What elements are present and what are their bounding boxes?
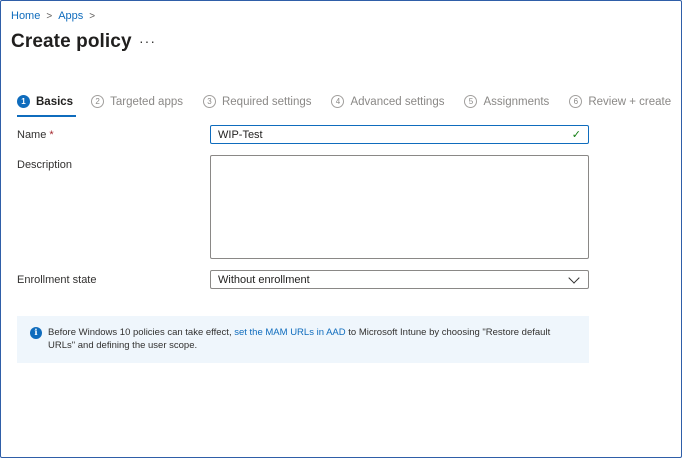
step-basics[interactable]: 1 Basics — [17, 95, 73, 108]
name-label-text: Name — [17, 129, 47, 141]
info-icon: i — [30, 327, 42, 339]
step-label: Targeted apps — [110, 95, 183, 108]
step-label: Review + create — [588, 95, 672, 108]
name-label: Name * — [17, 129, 54, 141]
description-textarea[interactable] — [210, 155, 589, 259]
breadcrumb: Home > Apps > — [11, 10, 95, 22]
step-number-badge: 6 — [569, 95, 583, 108]
step-number-badge: 1 — [17, 95, 30, 108]
name-input-value: WIP-Test — [218, 128, 263, 141]
required-asterisk: * — [49, 129, 54, 141]
step-number-badge: 2 — [91, 95, 105, 108]
step-number-badge: 3 — [202, 95, 216, 108]
chevron-right-icon: > — [89, 10, 96, 22]
step-advanced-settings[interactable]: 4 Advanced settings — [331, 95, 444, 108]
step-number-badge: 5 — [464, 95, 478, 108]
description-label: Description — [17, 159, 73, 171]
chevron-right-icon: > — [46, 10, 53, 22]
mam-urls-link[interactable]: set the MAM URLs in AAD — [234, 327, 345, 338]
active-step-underline — [17, 115, 76, 117]
breadcrumb-home[interactable]: Home — [11, 10, 40, 22]
step-label: Basics — [36, 95, 74, 108]
step-label: Required settings — [221, 95, 312, 108]
step-assignments[interactable]: 5 Assignments — [464, 95, 549, 108]
step-label: Advanced settings — [350, 95, 445, 108]
checkmark-icon: ✓ — [571, 129, 581, 141]
step-number-badge: 4 — [331, 95, 345, 108]
step-required-settings[interactable]: 3 Required settings — [202, 95, 312, 108]
more-options-icon[interactable]: ··· — [139, 33, 156, 49]
enrollment-state-label: Enrollment state — [17, 274, 97, 286]
breadcrumb-apps[interactable]: Apps — [58, 10, 83, 22]
step-review-create[interactable]: 6 Review + create — [569, 95, 671, 108]
step-label: Assignments — [483, 95, 550, 108]
enrollment-state-dropdown[interactable]: Without enrollment — [210, 270, 589, 289]
step-targeted-apps[interactable]: 2 Targeted apps — [91, 95, 183, 108]
info-text-before: Before Windows 10 policies can take effe… — [48, 327, 235, 338]
wizard-steps: 1 Basics 2 Targeted apps 3 Required sett… — [17, 95, 671, 108]
page-title: Create policy — [11, 31, 132, 52]
info-banner: i Before Windows 10 policies can take ef… — [17, 316, 589, 363]
name-input[interactable]: WIP-Test ✓ — [210, 125, 589, 144]
enrollment-state-value: Without enrollment — [218, 273, 310, 286]
chevron-down-icon — [568, 271, 580, 284]
